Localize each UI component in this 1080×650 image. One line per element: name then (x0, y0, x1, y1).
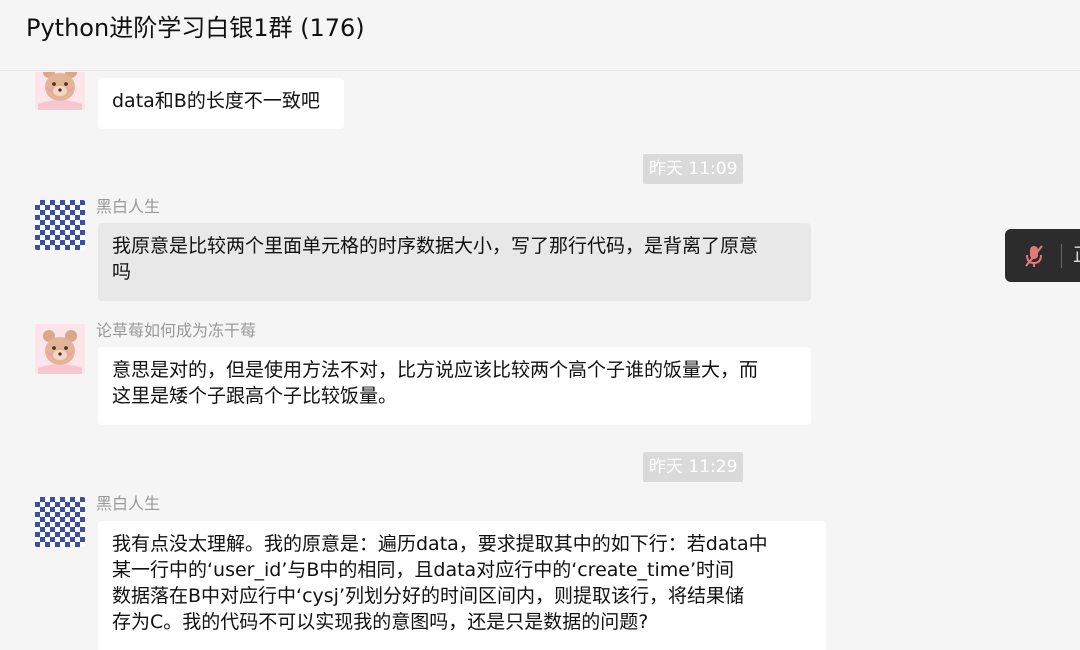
message-line: 某一行中的‘user_id’与B中的相同，且data对应行中的‘create_t… (112, 559, 735, 581)
message-line: 数据落在B中对应行中‘cysj’列划分好的时间区间内，则提取该行，将结果储 (112, 585, 744, 607)
message-line: 吗 (112, 261, 132, 283)
sender-name: 黑白人生 (96, 197, 161, 216)
message-line: 意思是对的，但是使用方法不对，比方说应该比较两个高个子谁的饭量大，而 (112, 359, 759, 381)
bear-avatar-icon[interactable] (35, 72, 85, 110)
mic-muted-icon[interactable] (1021, 243, 1047, 269)
timestamp-badge: 昨天 11:09 (643, 154, 744, 184)
timestamp-badge: 昨天 11:29 (643, 452, 744, 482)
message-bubble[interactable]: data和B的长度不一致吧 (98, 78, 344, 129)
divider (1061, 244, 1062, 268)
message-line: 我原意是比较两个里面单元格的时序数据大小，写了那行代码，是背离了原意 (112, 235, 759, 257)
message-line: 这里是矮个子跟高个子比较饭量。 (112, 385, 398, 407)
message-bubble[interactable]: 我有点没太理解。我的原意是：遍历data，要求提取其中的如下行：若data中 某… (98, 521, 826, 650)
checker-avatar-icon[interactable] (35, 200, 85, 250)
message-text: data和B的长度不一致吧 (112, 90, 320, 112)
floating-call-control[interactable]: 正 (1005, 229, 1080, 282)
group-title: Python进阶学习白银1群 (176) (26, 14, 365, 42)
chat-area[interactable]: data和B的长度不一致吧 昨天 11:09 黑白人生 我原意是比较两个里面单元… (0, 72, 1080, 650)
message-line: 我有点没太理解。我的原意是：遍历data，要求提取其中的如下行：若data中 (112, 533, 768, 555)
call-status-text: 正 (1073, 241, 1080, 269)
message-bubble[interactable]: 我原意是比较两个里面单元格的时序数据大小，写了那行代码，是背离了原意 吗 (98, 223, 811, 301)
sender-name: 黑白人生 (96, 494, 161, 513)
message-line: 存为C。我的代码不可以实现我的意图吗，还是只是数据的问题? (112, 611, 649, 633)
checker-avatar-icon[interactable] (35, 497, 85, 547)
message-bubble[interactable]: 意思是对的，但是使用方法不对，比方说应该比较两个高个子谁的饭量大，而 这里是矮个… (98, 347, 811, 425)
chat-header: Python进阶学习白银1群 (176) (0, 0, 1080, 71)
sender-name: 论草莓如何成为冻干莓 (96, 321, 257, 340)
bear-avatar-icon[interactable] (35, 324, 85, 374)
